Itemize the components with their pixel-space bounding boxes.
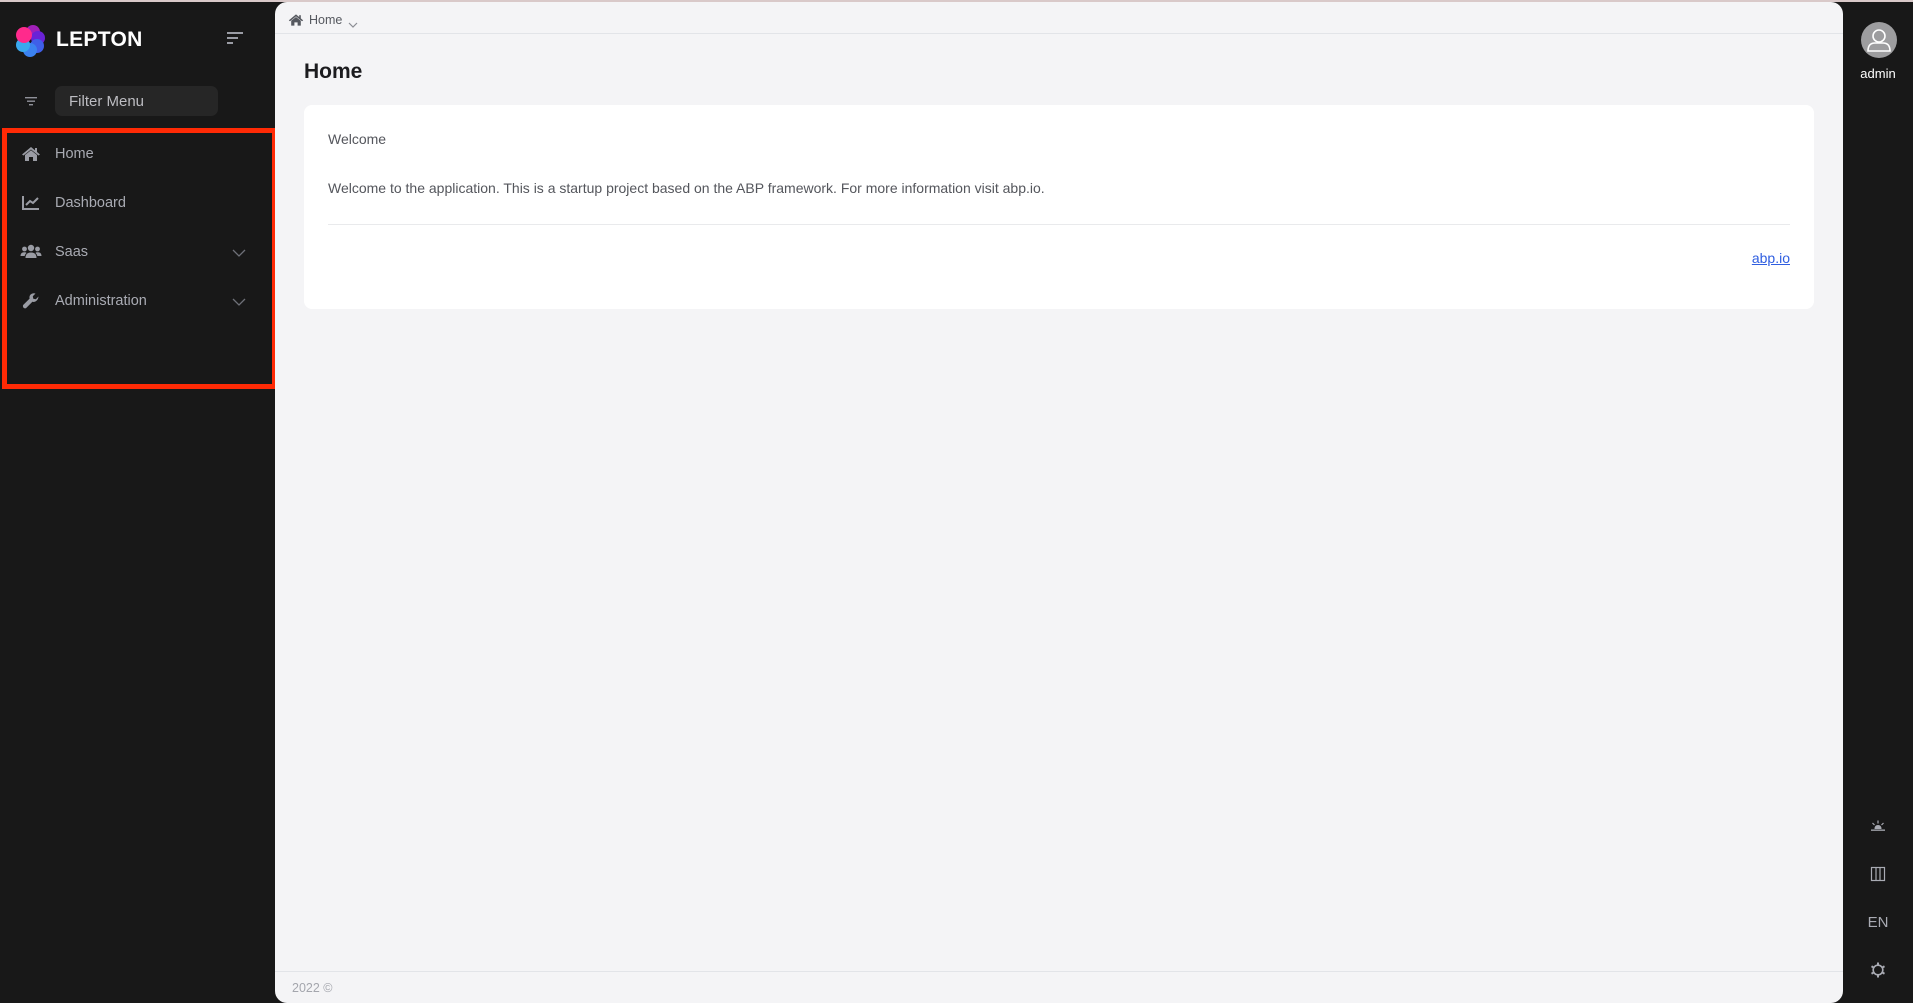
sidebar-item-label: Saas [55,243,89,260]
sidebar: LEPTON Home [0,2,277,1003]
home-icon [288,13,304,27]
lepton-logo-icon [14,23,46,57]
welcome-card: Welcome Welcome to the application. This… [304,105,1814,309]
sidebar-item-saas[interactable]: Saas [0,227,275,276]
collapse-sidebar-button[interactable] [224,29,246,47]
sidebar-item-label: Home [55,145,94,162]
sidebar-item-dashboard[interactable]: Dashboard [0,178,275,227]
breadcrumb-divider [275,33,1843,34]
filter-menu-input[interactable] [55,86,218,116]
chevron-down-icon [232,294,246,306]
abp-io-link[interactable]: abp.io [1752,250,1790,266]
footer-copyright: 2022 © [292,981,333,995]
breadcrumb-item-home[interactable]: Home [309,13,342,27]
wrench-icon [20,292,42,310]
gear-icon [1871,962,1885,978]
sidebar-item-label: Administration [55,292,147,309]
brand-name: LEPTON [56,28,143,51]
card-text: Welcome to the application. This is a st… [328,180,1045,196]
filter-icon [18,91,44,111]
right-toolbar: admin EN [1843,2,1913,1003]
layout-toggle-button[interactable] [1863,862,1893,886]
settings-button[interactable] [1863,958,1893,982]
sidebar-nav: Home Dashboard Saas Administration [0,129,275,325]
sidebar-item-administration[interactable]: Administration [0,276,275,325]
sidebar-item-label: Dashboard [55,194,126,211]
brand[interactable]: LEPTON [14,23,143,57]
columns-icon [1870,866,1886,882]
user-avatar[interactable] [1861,22,1897,58]
filter-menu [18,86,218,116]
breadcrumb[interactable]: Home [288,11,358,29]
language-selector[interactable]: EN [1863,910,1893,934]
main-content: Home Home Welcome Welcome to the applica… [275,2,1843,1003]
footer-divider [275,971,1843,972]
card-divider [328,224,1790,225]
page-title: Home [304,60,363,83]
chevron-down-icon [232,245,246,257]
theme-toggle-button[interactable] [1863,814,1893,838]
card-title: Welcome [328,131,387,147]
users-icon [20,243,42,261]
home-icon [20,145,42,163]
menu-sort-icon [227,32,243,44]
user-icon [1867,29,1891,52]
sidebar-item-home[interactable]: Home [0,129,275,178]
chart-line-icon [20,194,42,212]
user-name[interactable]: admin [1843,66,1913,81]
chevron-down-icon [348,16,358,28]
sun-icon [1871,820,1885,831]
